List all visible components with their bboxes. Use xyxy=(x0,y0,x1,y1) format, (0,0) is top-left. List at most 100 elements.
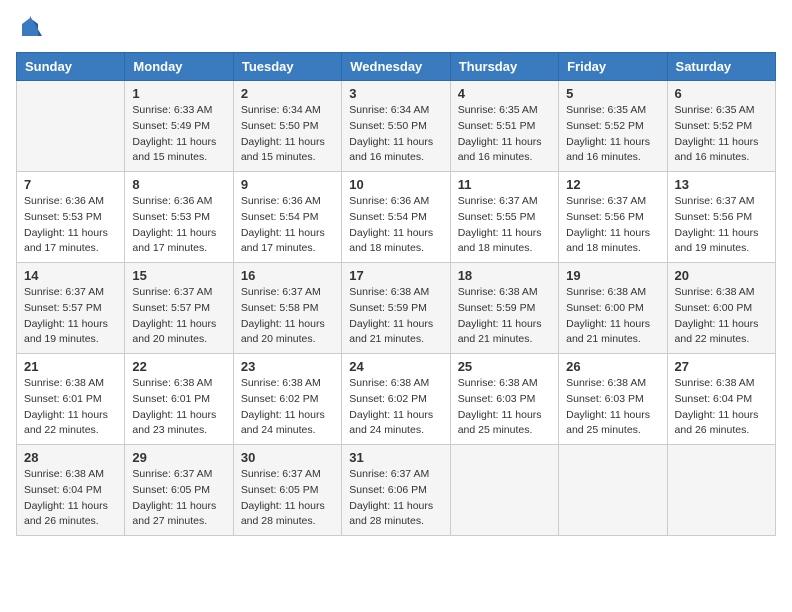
day-number: 15 xyxy=(132,268,225,283)
calendar-cell: 28 Sunrise: 6:38 AMSunset: 6:04 PMDayligh… xyxy=(17,445,125,536)
day-number: 31 xyxy=(349,450,442,465)
calendar-cell: 10Sunrise: 6:36 AMSunset: 5:54 PMDayligh… xyxy=(342,172,450,263)
day-number: 6 xyxy=(675,86,768,101)
calendar-week-row: 1 Sunrise: 6:33 AMSunset: 5:49 PMDaylight… xyxy=(17,81,776,172)
day-info: Sunrise: 6:38 AMSunset: 6:01 PMDaylight:… xyxy=(132,376,225,439)
calendar-cell: 16 Sunrise: 6:37 AMSunset: 5:58 PMDayligh… xyxy=(233,263,341,354)
day-number: 19 xyxy=(566,268,659,283)
day-info: Sunrise: 6:36 AMSunset: 5:53 PMDaylight:… xyxy=(24,194,117,257)
calendar-cell: 31 Sunrise: 6:37 AMSunset: 6:06 PMDayligh… xyxy=(342,445,450,536)
day-info: Sunrise: 6:33 AMSunset: 5:49 PMDaylight:… xyxy=(132,103,225,166)
calendar-cell: 4 Sunrise: 6:35 AMSunset: 5:51 PMDaylight… xyxy=(450,81,558,172)
day-info: Sunrise: 6:37 AMSunset: 6:06 PMDaylight:… xyxy=(349,467,442,530)
day-info: Sunrise: 6:37 AMSunset: 5:58 PMDaylight:… xyxy=(241,285,334,348)
calendar-cell xyxy=(17,81,125,172)
logo xyxy=(16,16,42,40)
day-info: Sunrise: 6:37 AMSunset: 5:57 PMDaylight:… xyxy=(24,285,117,348)
day-info: Sunrise: 6:38 AMSunset: 6:03 PMDaylight:… xyxy=(566,376,659,439)
day-number: 4 xyxy=(458,86,551,101)
day-info: Sunrise: 6:37 AMSunset: 5:56 PMDaylight:… xyxy=(675,194,768,257)
calendar-cell: 24Sunrise: 6:38 AMSunset: 6:02 PMDayligh… xyxy=(342,354,450,445)
calendar-cell: 6 Sunrise: 6:35 AMSunset: 5:52 PMDaylight… xyxy=(667,81,775,172)
day-number: 30 xyxy=(241,450,334,465)
day-number: 27 xyxy=(675,359,768,374)
day-number: 26 xyxy=(566,359,659,374)
calendar-cell xyxy=(667,445,775,536)
day-number: 3 xyxy=(349,86,442,101)
calendar-week-row: 21Sunrise: 6:38 AMSunset: 6:01 PMDayligh… xyxy=(17,354,776,445)
calendar-cell: 21Sunrise: 6:38 AMSunset: 6:01 PMDayligh… xyxy=(17,354,125,445)
day-info: Sunrise: 6:34 AMSunset: 5:50 PMDaylight:… xyxy=(241,103,334,166)
day-number: 5 xyxy=(566,86,659,101)
calendar-cell: 13 Sunrise: 6:37 AMSunset: 5:56 PMDayligh… xyxy=(667,172,775,263)
day-info: Sunrise: 6:38 AMSunset: 6:00 PMDaylight:… xyxy=(675,285,768,348)
day-number: 13 xyxy=(675,177,768,192)
day-number: 14 xyxy=(24,268,117,283)
day-info: Sunrise: 6:36 AMSunset: 5:54 PMDaylight:… xyxy=(349,194,442,257)
day-info: Sunrise: 6:38 AMSunset: 6:04 PMDaylight:… xyxy=(24,467,117,530)
header-day: Saturday xyxy=(667,53,775,81)
day-info: Sunrise: 6:38 AMSunset: 5:59 PMDaylight:… xyxy=(458,285,551,348)
day-number: 23 xyxy=(241,359,334,374)
day-number: 12 xyxy=(566,177,659,192)
day-info: Sunrise: 6:38 AMSunset: 6:02 PMDaylight:… xyxy=(241,376,334,439)
day-number: 17 xyxy=(349,268,442,283)
day-number: 16 xyxy=(241,268,334,283)
calendar-cell: 12 Sunrise: 6:37 AMSunset: 5:56 PMDayligh… xyxy=(559,172,667,263)
day-number: 9 xyxy=(241,177,334,192)
day-info: Sunrise: 6:35 AMSunset: 5:52 PMDaylight:… xyxy=(566,103,659,166)
day-number: 8 xyxy=(132,177,225,192)
day-number: 2 xyxy=(241,86,334,101)
header-day: Wednesday xyxy=(342,53,450,81)
day-info: Sunrise: 6:37 AMSunset: 5:55 PMDaylight:… xyxy=(458,194,551,257)
day-info: Sunrise: 6:37 AMSunset: 5:57 PMDaylight:… xyxy=(132,285,225,348)
day-info: Sunrise: 6:38 AMSunset: 6:03 PMDaylight:… xyxy=(458,376,551,439)
header-day: Tuesday xyxy=(233,53,341,81)
day-info: Sunrise: 6:38 AMSunset: 6:04 PMDaylight:… xyxy=(675,376,768,439)
calendar-cell: 22Sunrise: 6:38 AMSunset: 6:01 PMDayligh… xyxy=(125,354,233,445)
calendar-week-row: 7 Sunrise: 6:36 AMSunset: 5:53 PMDaylight… xyxy=(17,172,776,263)
day-info: Sunrise: 6:37 AMSunset: 6:05 PMDaylight:… xyxy=(132,467,225,530)
day-info: Sunrise: 6:38 AMSunset: 6:00 PMDaylight:… xyxy=(566,285,659,348)
calendar-cell xyxy=(559,445,667,536)
header-day: Monday xyxy=(125,53,233,81)
calendar-cell: 26 Sunrise: 6:38 AMSunset: 6:03 PMDayligh… xyxy=(559,354,667,445)
day-info: Sunrise: 6:38 AMSunset: 6:02 PMDaylight:… xyxy=(349,376,442,439)
header-row: SundayMondayTuesdayWednesdayThursdayFrid… xyxy=(17,53,776,81)
day-info: Sunrise: 6:34 AMSunset: 5:50 PMDaylight:… xyxy=(349,103,442,166)
calendar-cell: 18Sunrise: 6:38 AMSunset: 5:59 PMDayligh… xyxy=(450,263,558,354)
page-header xyxy=(16,16,776,40)
calendar-cell: 27 Sunrise: 6:38 AMSunset: 6:04 PMDayligh… xyxy=(667,354,775,445)
header-day: Thursday xyxy=(450,53,558,81)
day-number: 29 xyxy=(132,450,225,465)
day-info: Sunrise: 6:35 AMSunset: 5:52 PMDaylight:… xyxy=(675,103,768,166)
day-number: 28 xyxy=(24,450,117,465)
logo-icon xyxy=(18,16,42,40)
calendar-cell: 30Sunrise: 6:37 AMSunset: 6:05 PMDayligh… xyxy=(233,445,341,536)
day-info: Sunrise: 6:36 AMSunset: 5:53 PMDaylight:… xyxy=(132,194,225,257)
day-number: 25 xyxy=(458,359,551,374)
calendar-cell xyxy=(450,445,558,536)
calendar-cell: 3 Sunrise: 6:34 AMSunset: 5:50 PMDaylight… xyxy=(342,81,450,172)
day-number: 7 xyxy=(24,177,117,192)
calendar-cell: 20 Sunrise: 6:38 AMSunset: 6:00 PMDayligh… xyxy=(667,263,775,354)
day-info: Sunrise: 6:38 AMSunset: 5:59 PMDaylight:… xyxy=(349,285,442,348)
day-info: Sunrise: 6:37 AMSunset: 5:56 PMDaylight:… xyxy=(566,194,659,257)
day-info: Sunrise: 6:35 AMSunset: 5:51 PMDaylight:… xyxy=(458,103,551,166)
day-info: Sunrise: 6:38 AMSunset: 6:01 PMDaylight:… xyxy=(24,376,117,439)
header-day: Sunday xyxy=(17,53,125,81)
calendar-cell: 2 Sunrise: 6:34 AMSunset: 5:50 PMDaylight… xyxy=(233,81,341,172)
calendar-cell: 25 Sunrise: 6:38 AMSunset: 6:03 PMDayligh… xyxy=(450,354,558,445)
calendar-cell: 23 Sunrise: 6:38 AMSunset: 6:02 PMDayligh… xyxy=(233,354,341,445)
calendar-cell: 11 Sunrise: 6:37 AMSunset: 5:55 PMDayligh… xyxy=(450,172,558,263)
day-number: 20 xyxy=(675,268,768,283)
calendar-table: SundayMondayTuesdayWednesdayThursdayFrid… xyxy=(16,52,776,536)
calendar-cell: 29 Sunrise: 6:37 AMSunset: 6:05 PMDayligh… xyxy=(125,445,233,536)
day-number: 1 xyxy=(132,86,225,101)
calendar-cell: 8 Sunrise: 6:36 AMSunset: 5:53 PMDaylight… xyxy=(125,172,233,263)
calendar-cell: 14 Sunrise: 6:37 AMSunset: 5:57 PMDayligh… xyxy=(17,263,125,354)
day-number: 11 xyxy=(458,177,551,192)
calendar-cell: 17 Sunrise: 6:38 AMSunset: 5:59 PMDayligh… xyxy=(342,263,450,354)
header-day: Friday xyxy=(559,53,667,81)
calendar-cell: 5 Sunrise: 6:35 AMSunset: 5:52 PMDaylight… xyxy=(559,81,667,172)
